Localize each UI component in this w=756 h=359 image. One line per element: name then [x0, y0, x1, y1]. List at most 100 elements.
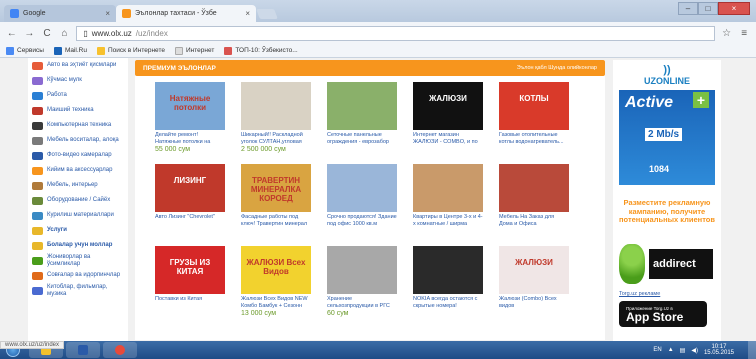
- ad-thumbnail[interactable]: ГРУЗЫ ИЗ КИТАЯ: [155, 246, 225, 294]
- tab-olx[interactable]: Эълонлар тахтаси - Ўзбе ×: [116, 5, 256, 22]
- ad-card[interactable]: Хранение сельхозпродукции в РГС 60 сум: [327, 246, 397, 317]
- ad-title[interactable]: Шикарный!! Раскладной уголок СУЛТАН,угло…: [241, 132, 311, 145]
- ad-title[interactable]: Интернет магазин ЖАЛЮЗИ - COMBO, и по те…: [413, 132, 483, 145]
- new-tab-button[interactable]: [256, 9, 278, 19]
- ad-card[interactable]: ЛИЗИНГ Авто Лизинг "Chevrolet": [155, 164, 225, 227]
- back-arrow-icon[interactable]: ←: [6, 28, 18, 39]
- ad-card[interactable]: ТРАВЕРТИН МИНЕРАЛКА КОРОЕД Фасадные работ…: [241, 164, 311, 227]
- tab-label: Эълонлар тахтаси - Ўзбе: [135, 10, 217, 17]
- bookmark-services[interactable]: Сервисы: [6, 46, 44, 55]
- sidebar-category[interactable]: Мебель, интерьер: [28, 178, 128, 193]
- show-desktop-button[interactable]: [748, 341, 756, 359]
- sidebar-category[interactable]: Услуги: [28, 223, 128, 238]
- premium-ads-link[interactable]: Эълон қабл Шунда олийконлар: [517, 65, 597, 71]
- ad-title[interactable]: Жалюзи (Combo) Всех видов: [499, 296, 569, 309]
- close-tab-icon[interactable]: ×: [245, 9, 250, 18]
- ad-card[interactable]: КОТЛЫ Газовые отопительные котлы водонагр…: [499, 82, 569, 145]
- ad-thumbnail[interactable]: КОТЛЫ: [499, 82, 569, 130]
- ad-title[interactable]: Авто Лизинг "Chevrolet": [155, 214, 225, 227]
- ad-card[interactable]: ЖАЛЮЗИ Интернет магазин ЖАЛЮЗИ - COMBO, и…: [413, 82, 483, 145]
- ad-thumbnail[interactable]: [327, 82, 397, 130]
- ad-thumbnail[interactable]: [499, 164, 569, 212]
- ad-title[interactable]: Хранение сельхозпродукции в РГС: [327, 296, 397, 309]
- ad-card[interactable]: ЖАЛЮЗИ Всех Видов Жалюзи Всех Видов NEW К…: [241, 246, 311, 317]
- active-banner[interactable]: Active + 2 Mb/s 1084: [619, 90, 715, 185]
- ad-title[interactable]: NOKIA всегда остаются с скрытые номера!: [413, 296, 483, 309]
- sidebar-category[interactable]: Оборудование / Сайёх: [28, 193, 128, 208]
- reload-icon[interactable]: C: [41, 28, 53, 39]
- home-icon[interactable]: ⌂: [59, 28, 71, 39]
- ad-thumbnail[interactable]: [413, 164, 483, 212]
- ad-card[interactable]: Срочно продаются! Здание под офис 1000 к…: [327, 164, 397, 227]
- ad-card[interactable]: Натяжные потолки Делайте ремонт! Натяжные…: [155, 82, 225, 153]
- flag-icon[interactable]: ▲: [668, 347, 674, 353]
- ad-thumbnail[interactable]: ЖАЛЮЗИ Всех Видов: [241, 246, 311, 294]
- taskbar-chrome[interactable]: [103, 342, 137, 358]
- sidebar-category[interactable]: Китоблар, фильмлар, музика: [28, 283, 128, 298]
- ad-thumbnail[interactable]: ЖАЛЮЗИ: [413, 82, 483, 130]
- sidebar-category[interactable]: Совғалар ва идорпинчлар: [28, 268, 128, 283]
- ad-title[interactable]: Делайте ремонт! Натяжные потолки на перв…: [155, 132, 225, 145]
- ad-title[interactable]: Газовые отопительные котлы водонагревате…: [499, 132, 569, 145]
- category-icon: [32, 91, 43, 100]
- bookmark-mailru[interactable]: Mail.Ru: [53, 46, 87, 55]
- ad-card[interactable]: NOKIA всегда остаются с скрытые номера!: [413, 246, 483, 309]
- ad-thumbnail[interactable]: Натяжные потолки: [155, 82, 225, 130]
- network-icon[interactable]: ▤: [680, 347, 686, 354]
- advertise-text[interactable]: Разместите рекламную кампанию, получите …: [613, 198, 721, 225]
- close-tab-icon[interactable]: ×: [105, 9, 110, 18]
- ad-thumbnail[interactable]: [327, 246, 397, 294]
- sidebar-category[interactable]: Авто ва эҳтиёт қисмлари: [28, 58, 128, 73]
- ad-title[interactable]: Квартиры в Центре 3-х и 4-х комнатные / …: [413, 214, 483, 227]
- ad-title[interactable]: Мебель На Заказ для Дома и Офиса: [499, 214, 569, 227]
- sidebar-category[interactable]: Кўчмас мулк: [28, 73, 128, 88]
- ad-thumbnail[interactable]: [327, 164, 397, 212]
- ad-thumbnail[interactable]: ЛИЗИНГ: [155, 164, 225, 212]
- ad-thumbnail[interactable]: ТРАВЕРТИН МИНЕРАЛКА КОРОЕД: [241, 164, 311, 212]
- appstore-badge[interactable]: Приложение Torg.Uz в App Store: [619, 301, 707, 327]
- ad-thumbnail[interactable]: [413, 246, 483, 294]
- sidebar-category[interactable]: Мебель воситалар, алоқа: [28, 133, 128, 148]
- tab-google[interactable]: Google ×: [4, 5, 116, 22]
- maximize-icon[interactable]: □: [698, 2, 718, 15]
- clock[interactable]: 10:17 15.05.2015: [704, 344, 734, 357]
- ad-title[interactable]: Сеточные панельные ограждения - еврозабо…: [327, 132, 397, 145]
- sidebar-category[interactable]: Работа: [28, 88, 128, 103]
- torg-link[interactable]: Torg.uz рекламе: [619, 291, 660, 297]
- bookmark-top10[interactable]: ТОП-10: Ўзбекисто...: [224, 46, 298, 55]
- ad-title[interactable]: Жалюзи Всех Видов NEW Комбо Бамбук + Сез…: [241, 296, 311, 309]
- ad-card[interactable]: Шикарный!! Раскладной уголок СУЛТАН,угло…: [241, 82, 311, 153]
- sidebar-category[interactable]: Фото-видео камералар: [28, 148, 128, 163]
- sidebar-category[interactable]: Маиший техника: [28, 103, 128, 118]
- ad-title[interactable]: Поставки из Китая: [155, 296, 225, 309]
- bookmark-search[interactable]: Поиск в Интернете: [96, 46, 165, 55]
- forward-arrow-icon[interactable]: →: [24, 28, 36, 39]
- ad-card[interactable]: Сеточные панельные ограждения - еврозабо…: [327, 82, 397, 145]
- ad-thumbnail[interactable]: [241, 82, 311, 130]
- address-bar[interactable]: ▯ www.olx.uz/uz/index: [76, 25, 715, 41]
- thumbnail-caption: КОТЛЫ: [519, 94, 549, 103]
- ad-title[interactable]: Срочно продаются! Здание под офис 1000 к…: [327, 214, 397, 227]
- ad-card[interactable]: Мебель На Заказ для Дома и Офиса: [499, 164, 569, 227]
- menu-icon[interactable]: ≡: [738, 28, 750, 39]
- bookmark-internet[interactable]: Интернет: [174, 46, 214, 55]
- close-window-icon[interactable]: ×: [718, 2, 750, 15]
- uzonline-logo[interactable]: )) UZONLINE: [613, 60, 721, 86]
- sidebar-category[interactable]: Курилиш материаллари: [28, 208, 128, 223]
- language-indicator[interactable]: EN: [653, 347, 661, 353]
- taskbar-word[interactable]: [66, 342, 100, 358]
- addirect-banner[interactable]: addirect: [619, 242, 715, 286]
- ad-thumbnail[interactable]: ЖАЛЮЗИ: [499, 246, 569, 294]
- ad-title[interactable]: Фасадные работы под ключ! Травертин мине…: [241, 214, 311, 227]
- ad-card[interactable]: ГРУЗЫ ИЗ КИТАЯ Поставки из Китая: [155, 246, 225, 309]
- sidebar-category[interactable]: Жониворлар ва ўсимликлар: [28, 253, 128, 268]
- ad-card[interactable]: Квартиры в Центре 3-х и 4-х комнатные / …: [413, 164, 483, 227]
- sidebar-category[interactable]: Компьютерная техника: [28, 118, 128, 133]
- category-label: Кийим ва аксессуарлар: [47, 167, 113, 174]
- minimize-icon[interactable]: –: [678, 2, 698, 15]
- volume-icon[interactable]: ◀): [691, 347, 698, 354]
- ad-card[interactable]: ЖАЛЮЗИ Жалюзи (Combo) Всех видов: [499, 246, 569, 309]
- sidebar-category[interactable]: Болалар учун моллар: [28, 238, 128, 253]
- star-bookmark-icon[interactable]: ☆: [721, 28, 733, 39]
- sidebar-category[interactable]: Кийим ва аксессуарлар: [28, 163, 128, 178]
